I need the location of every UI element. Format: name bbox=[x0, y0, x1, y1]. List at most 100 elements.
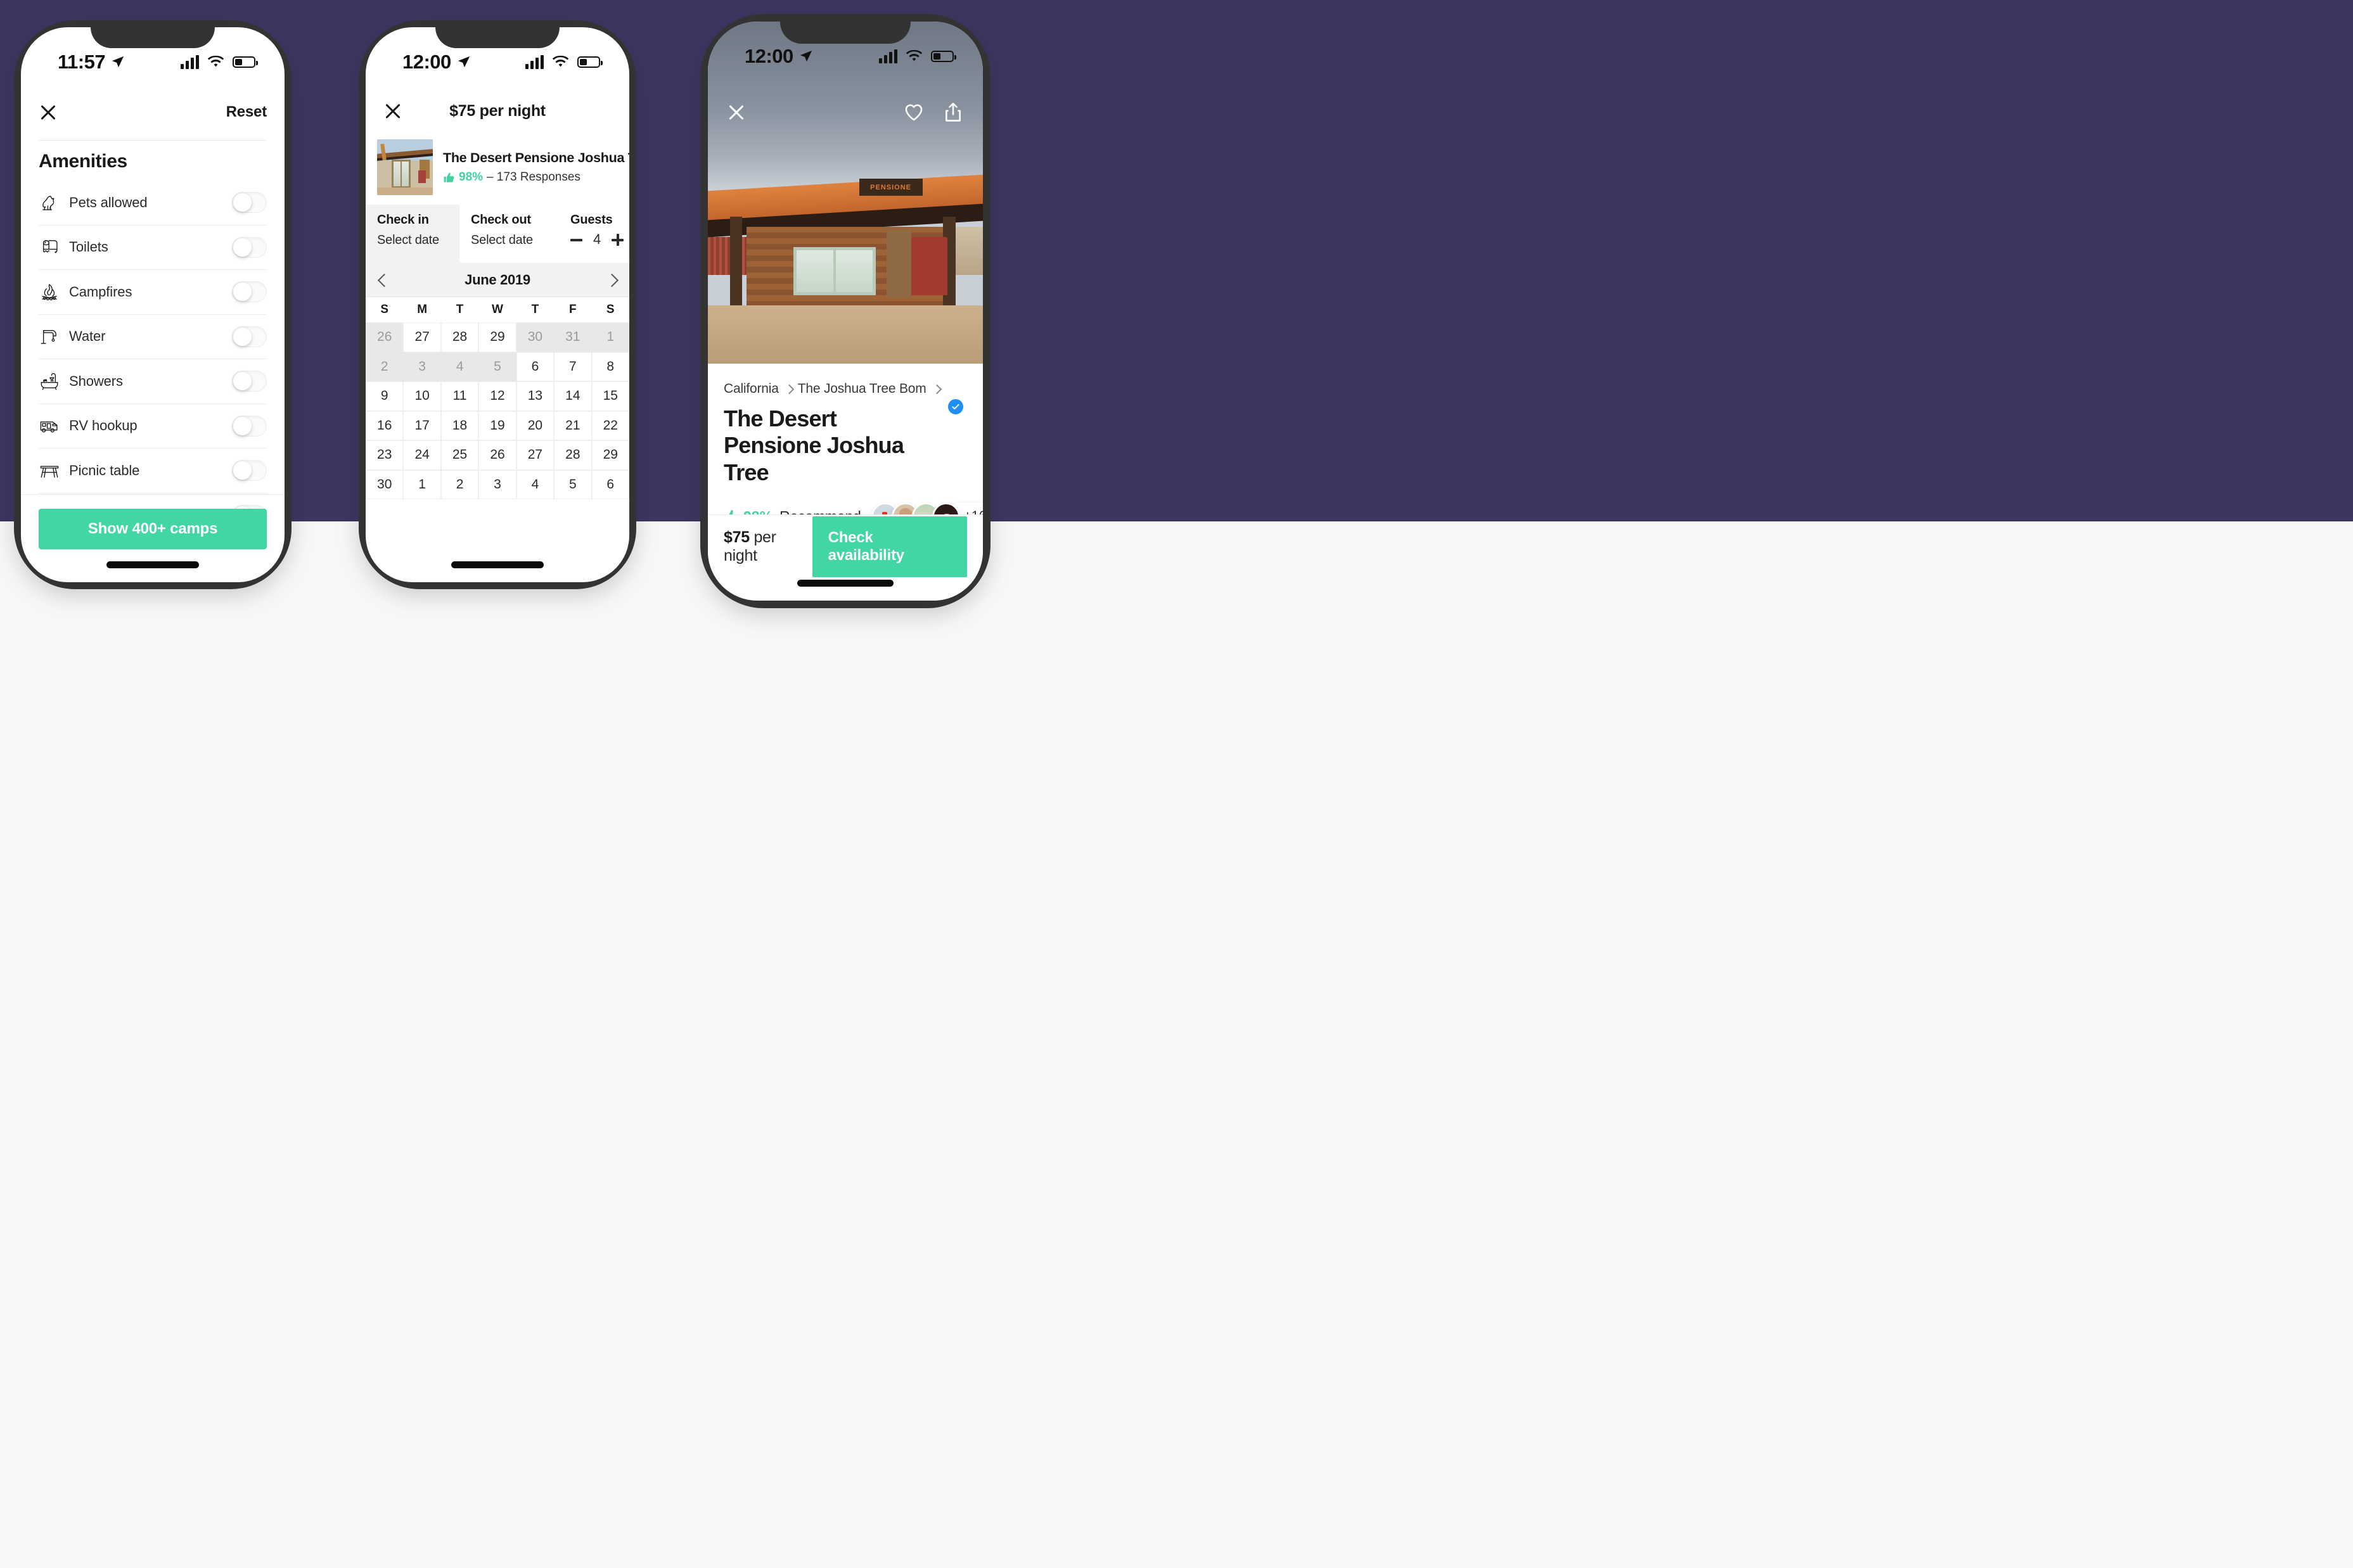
calendar-day-cell[interactable]: 21 bbox=[554, 411, 592, 440]
calendar-day-cell[interactable]: 9 bbox=[366, 381, 404, 411]
chevron-left-icon[interactable] bbox=[380, 273, 388, 287]
signal-icon bbox=[181, 55, 199, 69]
amenity-toggle[interactable] bbox=[232, 236, 267, 258]
close-icon[interactable] bbox=[39, 103, 58, 122]
share-icon[interactable] bbox=[942, 101, 964, 123]
calendar-day-cell[interactable]: 13 bbox=[516, 381, 555, 411]
amenity-toggle[interactable] bbox=[232, 326, 267, 347]
close-icon[interactable] bbox=[727, 103, 746, 122]
calendar-day-cell[interactable]: 20 bbox=[516, 411, 555, 440]
booking-bottom-bar: $75 per night Check availability bbox=[708, 514, 983, 601]
minus-icon[interactable] bbox=[570, 234, 582, 246]
calendar-day-cell[interactable]: 27 bbox=[403, 322, 441, 352]
calendar-day-cell[interactable]: 10 bbox=[403, 381, 441, 411]
amenity-row-toilets[interactable]: Toilets bbox=[39, 226, 267, 270]
calendar-day-cell[interactable]: 6 bbox=[516, 352, 555, 381]
breadcrumb-item-state[interactable]: California bbox=[724, 381, 779, 397]
phone1-top-bar: Reset bbox=[21, 88, 285, 136]
checkout-label: Check out bbox=[471, 213, 531, 227]
calendar-day-cell[interactable]: 22 bbox=[591, 411, 629, 440]
verified-badge-icon bbox=[948, 399, 963, 414]
calendar-day-cell[interactable]: 19 bbox=[478, 411, 516, 440]
status-time-group: 11:57 bbox=[58, 51, 125, 73]
page-title: $75 per night bbox=[449, 101, 546, 120]
plus-icon[interactable] bbox=[612, 234, 624, 246]
calendar-day-cell: 31 bbox=[554, 322, 592, 352]
guests-count: 4 bbox=[593, 231, 601, 247]
amenities-list: Pets allowed Toilets Campfires Water Sho… bbox=[39, 181, 267, 538]
calendar-day-cell[interactable]: 1 bbox=[403, 469, 441, 499]
calendar-day-cell[interactable]: 16 bbox=[366, 411, 404, 440]
calendar-day-cell[interactable]: 11 bbox=[440, 381, 479, 411]
listing-summary[interactable]: The Desert Pensione Joshua Tree 98% – 17… bbox=[366, 135, 629, 200]
home-indicator bbox=[106, 561, 199, 568]
calendar-day-cell[interactable]: 26 bbox=[478, 440, 516, 470]
breadcrumb-item-area[interactable]: The Joshua Tree Bom bbox=[798, 381, 926, 397]
amenity-toggle[interactable] bbox=[232, 415, 267, 437]
calendar-day-cell[interactable]: 29 bbox=[591, 440, 629, 470]
chevron-right-icon[interactable] bbox=[607, 273, 615, 287]
amenity-row-pets-allowed[interactable]: Pets allowed bbox=[39, 181, 267, 226]
checkout-field[interactable]: Check out Select date bbox=[459, 205, 559, 263]
calendar-day-cell[interactable]: 30 bbox=[366, 469, 404, 499]
calendar-day-cell[interactable]: 28 bbox=[440, 322, 479, 352]
calendar-day-cell: 30 bbox=[516, 322, 555, 352]
status-time: 12:00 bbox=[745, 45, 793, 67]
amenity-toggle[interactable] bbox=[232, 371, 267, 392]
amenity-row-water[interactable]: Water bbox=[39, 315, 267, 359]
toilet-paper-icon bbox=[39, 236, 60, 258]
heart-icon[interactable] bbox=[903, 101, 925, 123]
calendar-day-cell[interactable]: 3 bbox=[478, 469, 516, 499]
phone3-screen: PENSIONE 12:00 California The Joshua Tre… bbox=[708, 22, 983, 601]
recommend-percent: 98% bbox=[459, 170, 484, 184]
top-divider bbox=[39, 140, 267, 141]
check-availability-button[interactable]: Check availability bbox=[812, 516, 967, 577]
amenity-toggle[interactable] bbox=[232, 192, 267, 214]
amenity-row-showers[interactable]: Showers bbox=[39, 359, 267, 404]
location-arrow-icon bbox=[458, 56, 470, 68]
calendar-day-cell[interactable]: 28 bbox=[554, 440, 592, 470]
hero-action-bar bbox=[708, 96, 983, 128]
amenity-row-rv-hookup[interactable]: RV hookup bbox=[39, 404, 267, 449]
breadcrumb: California The Joshua Tree Bom bbox=[724, 381, 967, 397]
calendar-day-cell[interactable]: 25 bbox=[440, 440, 479, 470]
calendar-day-cell[interactable]: 23 bbox=[366, 440, 404, 470]
calendar-day-cell[interactable]: 12 bbox=[478, 381, 516, 411]
calendar-day-cell[interactable]: 27 bbox=[516, 440, 555, 470]
campfire-icon bbox=[39, 281, 60, 303]
checkin-value: Select date bbox=[377, 233, 439, 247]
calendar-weekday: M bbox=[417, 303, 428, 316]
amenity-toggle[interactable] bbox=[232, 460, 267, 481]
calendar-day-cell[interactable]: 2 bbox=[440, 469, 479, 499]
calendar-day-cell[interactable]: 15 bbox=[591, 381, 629, 411]
thumbs-up-icon bbox=[444, 172, 454, 182]
calendar-day-cell[interactable]: 18 bbox=[440, 411, 479, 440]
checkin-field[interactable]: Check in Select date bbox=[366, 205, 459, 263]
phone-listing-detail: PENSIONE 12:00 California The Joshua Tre… bbox=[700, 14, 991, 608]
amenity-row-picnic-table[interactable]: Picnic table bbox=[39, 449, 267, 494]
calendar-day-cell[interactable]: 29 bbox=[478, 322, 516, 352]
reset-button[interactable]: Reset bbox=[226, 103, 267, 121]
calendar-day-cell[interactable]: 7 bbox=[554, 352, 592, 381]
battery-icon bbox=[931, 51, 956, 62]
show-camps-button[interactable]: Show 400+ camps bbox=[39, 509, 267, 549]
price-display: $75 per night bbox=[724, 528, 812, 565]
home-indicator bbox=[797, 580, 894, 587]
calendar-day-cell[interactable]: 4 bbox=[516, 469, 555, 499]
calendar-day-cell[interactable]: 24 bbox=[403, 440, 441, 470]
amenity-row-campfires[interactable]: Campfires bbox=[39, 270, 267, 315]
calendar-day-cell[interactable]: 6 bbox=[591, 469, 629, 499]
calendar-day-cell[interactable]: 14 bbox=[554, 381, 592, 411]
calendar-day-cell[interactable]: 17 bbox=[403, 411, 441, 440]
calendar-header: June 2019 bbox=[366, 263, 629, 297]
amenity-toggle[interactable] bbox=[232, 281, 267, 303]
calendar-day-cell[interactable]: 5 bbox=[554, 469, 592, 499]
calendar-day-cell[interactable]: 8 bbox=[591, 352, 629, 381]
calendar-weekday: S bbox=[380, 303, 389, 316]
battery-icon bbox=[233, 56, 258, 68]
amenity-label: Campfires bbox=[69, 283, 132, 300]
phone3-status-bar: 12:00 bbox=[708, 22, 983, 82]
guests-label: Guests bbox=[570, 213, 613, 227]
calendar-day-cell: 4 bbox=[440, 352, 479, 381]
phone2-status-bar: 12:00 bbox=[366, 27, 629, 88]
